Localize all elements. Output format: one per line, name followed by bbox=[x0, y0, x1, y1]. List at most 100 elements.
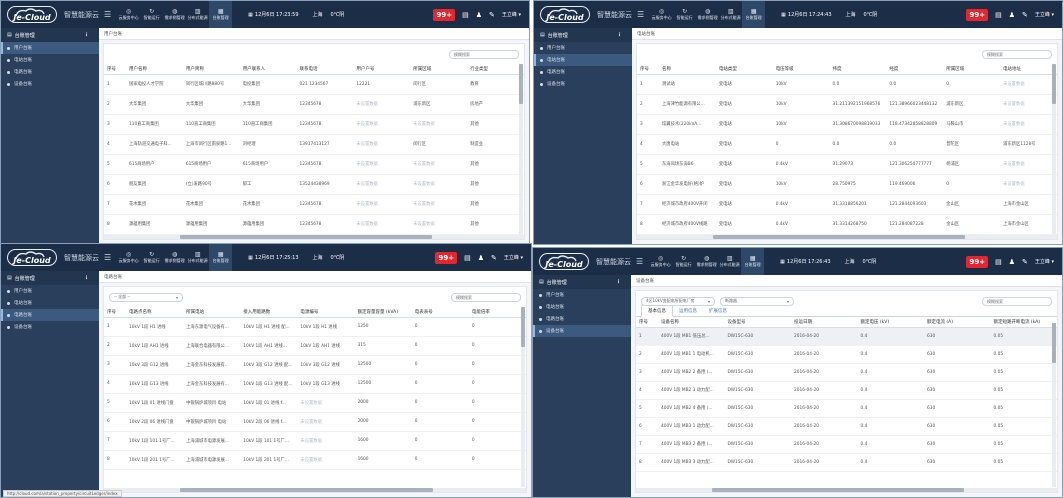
table-row[interactable]: 8 经济城市政府400V线路 变电站 0.4kV 31.3314268750 121.28… bbox=[637, 214, 1057, 235]
table-row[interactable]: 2 400V 1段 MB1 1 电动机... DW15C-630 2016-04-20… bbox=[636, 345, 1057, 364]
column-header[interactable]: 接入用能路数 bbox=[240, 307, 298, 318]
horizontal-scrollbar[interactable] bbox=[104, 488, 526, 492]
column-header[interactable]: 序号 bbox=[104, 307, 126, 318]
table-row[interactable]: 7 花木集团 花木集团 花木集团 12345678 未设置数据 未设置数据 其他 bbox=[104, 194, 524, 215]
table-row[interactable]: 3 400V 1段 MB2 2 备用 (... DW15C-630 2016-04-2… bbox=[636, 363, 1057, 382]
sidebar-item-3[interactable]: 设备台账 bbox=[533, 325, 631, 337]
table-row[interactable]: 1 10kV 1段 H1 进线 上海东源电气设备有... 10kV 1段 H1 进线 … bbox=[104, 317, 526, 337]
column-header[interactable]: 所属区域 bbox=[943, 64, 1001, 75]
scrollbar-thumb[interactable] bbox=[519, 64, 523, 104]
table-row[interactable]: 4 上海轨道交通电子科... 上海市闵行区南泉路1... 刘经理 13917413127… bbox=[104, 134, 524, 155]
document-icon[interactable]: ▤ bbox=[464, 254, 471, 262]
table-row[interactable]: 6 浙江金华发电好(格)炉 变电站 10kV 28.750975 119.469006 0 未… bbox=[637, 174, 1057, 195]
column-header[interactable]: 行业类型 bbox=[467, 64, 524, 75]
nav-item-3[interactable]: ▥ 分布式能源 bbox=[718, 248, 741, 275]
nav-item-4[interactable]: ▦ 台账管理 bbox=[741, 248, 765, 275]
nav-item-1[interactable]: ↻ 智能运行 bbox=[672, 248, 695, 275]
filter-select[interactable]: -- 全部 -- ▾ bbox=[109, 292, 183, 302]
scrollbar-thumb[interactable] bbox=[712, 235, 965, 239]
table-row[interactable]: 6 10kV 2段 06 进线门盘 中银锅炉城项目 电站 10kV 2段 06 进线 … bbox=[104, 412, 526, 432]
vertical-scrollbar[interactable] bbox=[1052, 323, 1056, 487]
sidebar-item-2[interactable]: 电路台账 bbox=[533, 313, 631, 325]
scrollbar-thumb[interactable] bbox=[1052, 323, 1056, 363]
person-icon[interactable]: ♟ bbox=[476, 11, 482, 19]
table-row[interactable]: 3 炫翼技术(220kVA... 变电站 10kV 31.308670098819033… bbox=[637, 114, 1057, 135]
column-header[interactable]: 电站类型 bbox=[715, 64, 773, 75]
document-icon[interactable]: ▤ bbox=[995, 258, 1002, 266]
table-row[interactable]: 5 400V 1段 MB2 4 备用 (... DW15C-630 2016-04-2… bbox=[636, 399, 1057, 418]
je-cloud-logo[interactable]: Je-Cloud bbox=[540, 6, 590, 23]
tab-0[interactable]: 基本信息 bbox=[641, 305, 673, 317]
type-select[interactable]: 断路器 ▾ bbox=[720, 296, 794, 306]
nav-item-4[interactable]: ▦ 台账管理 bbox=[209, 1, 233, 28]
table-row[interactable]: 8 源蕴用集团 源蕴用集团 源蕴用集团 12345678 未设置数据 未设置数据 其他 bbox=[104, 214, 524, 235]
column-header[interactable]: 投运日期 bbox=[791, 317, 858, 328]
column-header[interactable]: 经度 bbox=[886, 64, 944, 75]
person-icon[interactable]: ♟ bbox=[1009, 258, 1015, 266]
search-input[interactable] bbox=[982, 49, 1052, 59]
horizontal-scrollbar[interactable] bbox=[636, 488, 1057, 492]
nav-item-1[interactable]: ↻ 智能运行 bbox=[140, 1, 163, 28]
document-icon[interactable]: ▤ bbox=[462, 11, 469, 19]
nav-item-0[interactable]: ◎ 云服务中心 bbox=[117, 1, 140, 28]
column-header[interactable]: 序号 bbox=[636, 317, 658, 328]
column-header[interactable]: 电表表号 bbox=[411, 307, 469, 318]
alert-badge[interactable]: 99+ bbox=[966, 8, 989, 21]
tab-1[interactable]: 运用信息 bbox=[673, 306, 703, 316]
nav-item-0[interactable]: ◎ 云服务中心 bbox=[117, 244, 140, 271]
hamburger-icon[interactable]: ☰ bbox=[637, 10, 644, 19]
column-header[interactable]: 序号 bbox=[104, 64, 126, 75]
column-header[interactable]: 电压等级 bbox=[772, 64, 830, 75]
column-header[interactable]: 设备型号 bbox=[724, 317, 791, 328]
horizontal-scrollbar[interactable] bbox=[637, 235, 1057, 239]
pen-icon[interactable]: ✎ bbox=[491, 254, 497, 262]
table-row[interactable]: 7 10kV 1段 101 1号厂... 上海浦城市电源发展... 10kV 1段 1… bbox=[104, 431, 526, 451]
column-header[interactable]: 名称 bbox=[659, 64, 716, 75]
table-row[interactable]: 2 上海津竹能源有限公... 变电站 10kV 31.211392151968576 12… bbox=[637, 94, 1057, 115]
vertical-scrollbar[interactable] bbox=[1052, 64, 1056, 234]
table-row[interactable]: 8 10kV 1段 201 1号厂... 上海浦城市电源发展... 10kV 1段 2… bbox=[104, 450, 526, 470]
user-menu[interactable]: 王立峰 ▾ bbox=[1035, 11, 1054, 18]
tab-2[interactable]: 扩展信息 bbox=[703, 306, 733, 316]
more-icon[interactable]: ⋮ bbox=[84, 32, 89, 38]
sidebar-item-3[interactable]: 设备台账 bbox=[1, 321, 99, 333]
column-header[interactable]: 用户联系人 bbox=[239, 64, 297, 75]
scrollbar-thumb[interactable] bbox=[521, 307, 525, 347]
column-header[interactable]: 用户户号 bbox=[353, 64, 411, 75]
table-row[interactable]: 1 400V 1段 MB1 低压总... DW15C-630 2016-04-20 0.… bbox=[636, 327, 1057, 346]
sidebar-item-1[interactable]: 电站台账 bbox=[1, 54, 99, 66]
column-header[interactable]: 额定电压 (kV) bbox=[857, 317, 924, 328]
je-cloud-logo[interactable]: Je-Cloud bbox=[7, 249, 57, 266]
sidebar-item-0[interactable]: 用户台账 bbox=[534, 42, 632, 54]
nav-item-2[interactable]: ◍ 需求侧管理 bbox=[163, 1, 186, 28]
table-row[interactable]: 6 朋友集团 (立)发路90号 郁工 13524438969 未设置数据 未设置数据 其他 bbox=[104, 174, 524, 195]
nav-item-2[interactable]: ◍ 需求侧管理 bbox=[695, 248, 718, 275]
column-header[interactable]: 所属电站 bbox=[183, 307, 241, 318]
column-header[interactable]: 用户简称 bbox=[182, 64, 240, 75]
je-cloud-logo[interactable]: Je-Cloud bbox=[7, 6, 57, 23]
user-menu[interactable]: 王立峰 ▾ bbox=[1035, 258, 1054, 265]
table-row[interactable]: 2 大华集团 大华集团 大华集团 12345678 未设置数据 浦东新区 房地产 bbox=[104, 94, 524, 115]
horizontal-scrollbar[interactable] bbox=[104, 235, 524, 239]
person-icon[interactable]: ♟ bbox=[1009, 11, 1015, 19]
more-icon[interactable]: ⋮ bbox=[616, 279, 621, 285]
nav-item-2[interactable]: ◍ 需求侧管理 bbox=[696, 1, 719, 28]
column-header[interactable]: 用户名称 bbox=[126, 64, 183, 75]
je-cloud-logo[interactable]: Je-Cloud bbox=[539, 253, 589, 270]
scrollbar-thumb[interactable] bbox=[179, 488, 434, 492]
alert-badge[interactable]: 99+ bbox=[433, 8, 456, 21]
person-icon[interactable]: ♟ bbox=[478, 254, 484, 262]
scrollbar-thumb[interactable] bbox=[179, 235, 432, 239]
hamburger-icon[interactable]: ☰ bbox=[104, 10, 111, 19]
table-row[interactable]: 2 10kV 1段 AH1 进线 上海联合电器有限公... 10kV 1段 AH1 进… bbox=[104, 336, 526, 356]
sidebar-item-1[interactable]: 电站台账 bbox=[1, 297, 99, 309]
nav-item-4[interactable]: ▦ 台账管理 bbox=[742, 1, 766, 28]
vertical-scrollbar[interactable] bbox=[519, 64, 523, 234]
scrollbar-thumb[interactable] bbox=[1052, 64, 1056, 104]
nav-item-1[interactable]: ↻ 智能运行 bbox=[140, 244, 163, 271]
pen-icon[interactable]: ✎ bbox=[1022, 258, 1028, 266]
table-row[interactable]: 1 测试站 变电站 10kV 0.0 0.0 0 未设置数据 bbox=[637, 74, 1057, 95]
column-header[interactable]: 额定电流 (A) bbox=[924, 317, 991, 328]
column-header[interactable]: 额定短路开断电流 (kA) bbox=[990, 317, 1057, 328]
sidebar-item-1[interactable]: 电站台账 bbox=[533, 301, 631, 313]
